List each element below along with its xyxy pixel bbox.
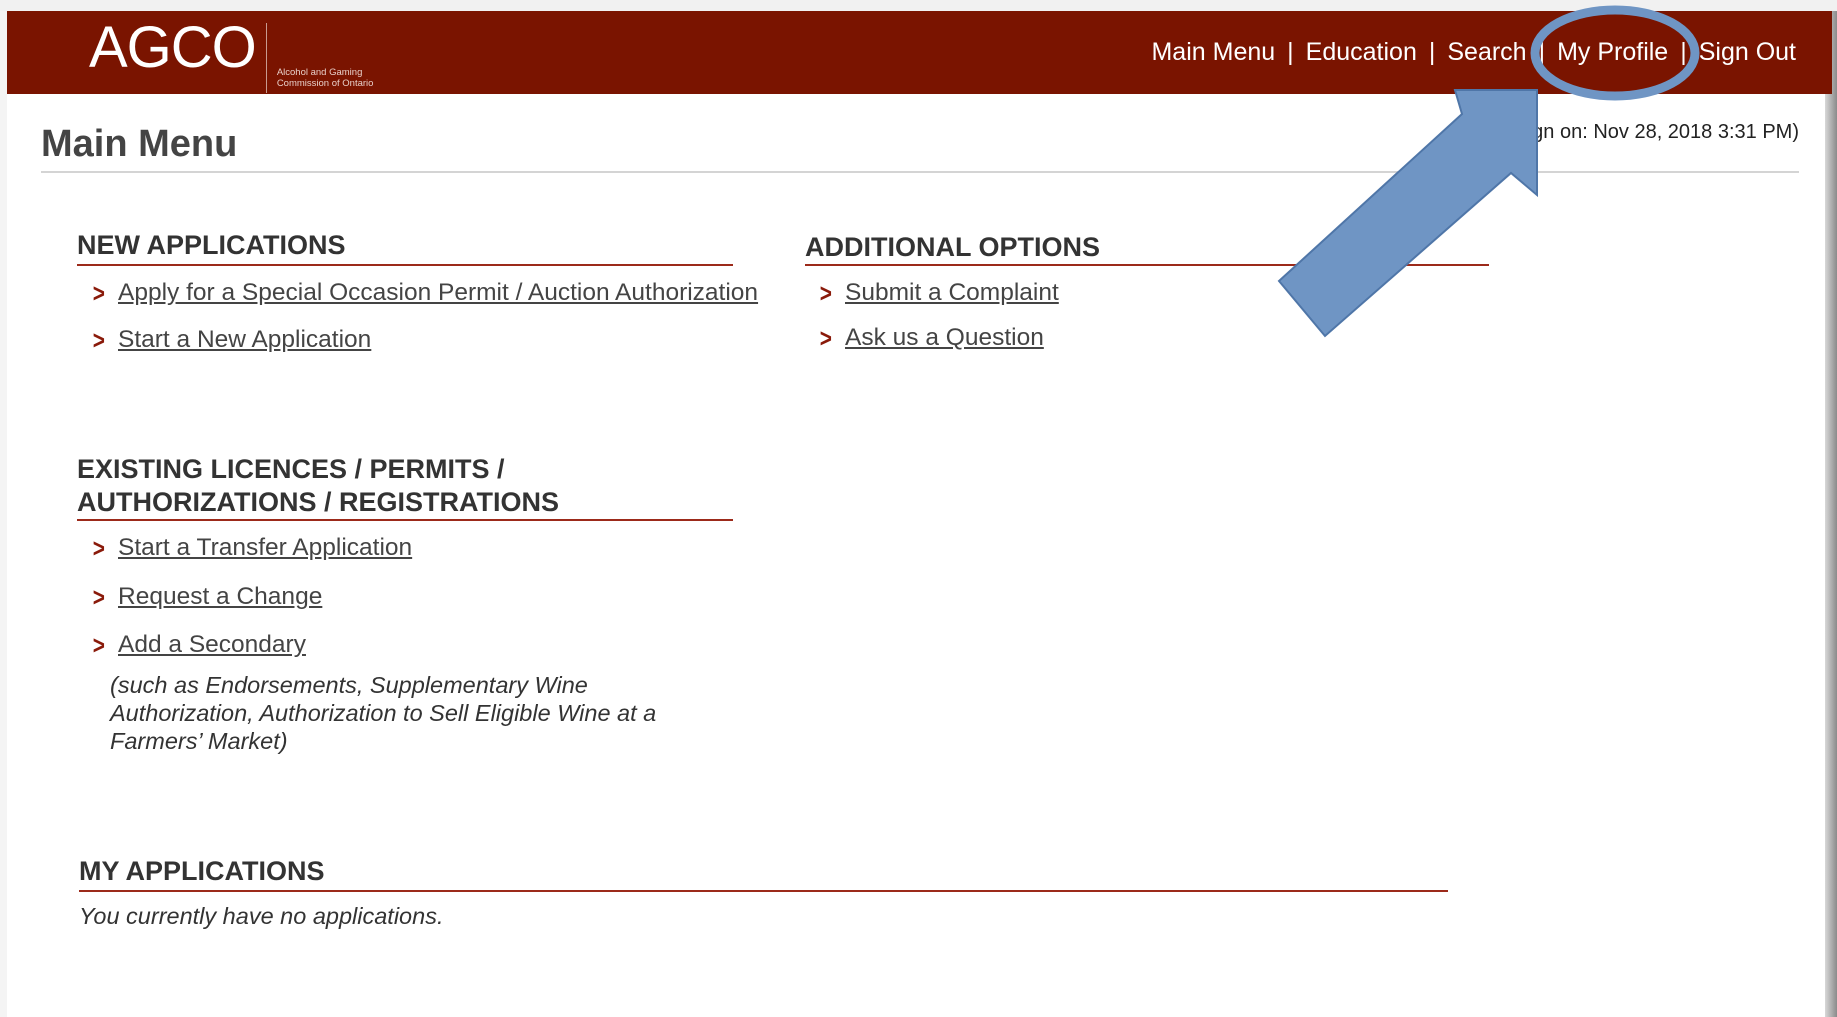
title-divider: [41, 171, 1799, 173]
logo-divider: [265, 23, 267, 93]
nav-main-menu[interactable]: Main Menu: [1151, 38, 1275, 67]
last-signon-text: ign on: Nov 28, 2018 3:31 PM): [1527, 121, 1799, 143]
add-secondary-link[interactable]: Add a Secondary: [118, 631, 306, 659]
new-applications-heading: NEW APPLICATIONS: [77, 230, 346, 260]
nav-search[interactable]: Search: [1447, 38, 1526, 67]
browser-frame: AGCO Alcohol and Gaming Commission of On…: [0, 0, 1837, 1017]
chevron-right-icon: >: [92, 325, 105, 355]
start-new-application-link[interactable]: Start a New Application: [118, 326, 371, 354]
logo-subtitle-line1: Alcohol and Gaming: [276, 67, 363, 78]
agco-logo[interactable]: AGCO Alcohol and Gaming Commission of On…: [89, 15, 374, 93]
nav-education[interactable]: Education: [1306, 38, 1417, 67]
chevron-right-icon: >: [92, 278, 105, 308]
nav-separator: |: [1287, 38, 1294, 66]
logo-subtitle: Alcohol and Gaming Commission of Ontario: [277, 67, 374, 89]
note-line3: Farmers’ Market): [110, 728, 288, 754]
chevron-right-icon: >: [92, 533, 105, 563]
list-item: > Apply for a Special Occasion Permit / …: [90, 279, 758, 307]
my-applications-rule: [79, 890, 1448, 892]
list-item: > Add a Secondary: [90, 631, 306, 659]
annotation-arrow-icon: [1277, 89, 1538, 338]
start-transfer-link[interactable]: Start a Transfer Application: [118, 534, 412, 562]
nav-sign-out[interactable]: Sign Out: [1699, 38, 1796, 67]
left-edge: [0, 11, 7, 1017]
no-applications-text: You currently have no applications.: [79, 903, 444, 929]
request-change-link[interactable]: Request a Change: [118, 583, 322, 611]
site-header: AGCO Alcohol and Gaming Commission of On…: [7, 11, 1832, 94]
top-edge: [0, 0, 1837, 11]
chevron-right-icon: >: [92, 582, 105, 612]
list-item: > Start a New Application: [90, 325, 372, 355]
existing-heading-line1: EXISTING LICENCES / PERMITS /: [77, 454, 505, 484]
list-item: > Submit a Complaint: [817, 279, 1059, 307]
list-item: > Start a Transfer Application: [90, 534, 412, 562]
logo-text: AGCO: [89, 15, 257, 80]
existing-heading-line2: AUTHORIZATIONS / REGISTRATIONS: [77, 487, 559, 517]
existing-licences-heading: EXISTING LICENCES / PERMITS / AUTHORIZAT…: [77, 453, 559, 519]
my-applications-heading: MY APPLICATIONS: [79, 856, 325, 886]
right-edge-shadow: [1825, 11, 1837, 1017]
top-navigation: Main Menu | Education | Search | My Prof…: [1151, 38, 1796, 67]
nav-my-profile[interactable]: My Profile: [1557, 38, 1668, 67]
additional-options-rule: [805, 264, 1489, 266]
note-line2: Authorization, Authorization to Sell Eli…: [110, 700, 657, 726]
chevron-right-icon: >: [819, 323, 832, 353]
chevron-right-icon: >: [92, 630, 105, 660]
chevron-right-icon: >: [819, 278, 832, 308]
nav-separator: |: [1680, 38, 1687, 66]
new-applications-rule: [77, 264, 733, 266]
note-line1: (such as Endorsements, Supplementary Win…: [110, 672, 588, 698]
list-item: > Request a Change: [90, 582, 323, 612]
nav-separator: |: [1428, 38, 1436, 66]
logo-subtitle-line2: Commission of Ontario: [276, 78, 374, 89]
existing-licences-rule: [77, 519, 733, 521]
special-occasion-permit-link[interactable]: Apply for a Special Occasion Permit / Au…: [118, 279, 758, 307]
additional-options-heading: ADDITIONAL OPTIONS: [805, 232, 1101, 262]
ask-question-link[interactable]: Ask us a Question: [845, 324, 1044, 352]
submit-complaint-link[interactable]: Submit a Complaint: [845, 279, 1059, 307]
page-title: Main Menu: [41, 123, 238, 165]
add-secondary-note: (such as Endorsements, Supplementary Win…: [110, 671, 656, 755]
nav-separator: |: [1538, 38, 1546, 66]
list-item: > Ask us a Question: [817, 324, 1044, 352]
